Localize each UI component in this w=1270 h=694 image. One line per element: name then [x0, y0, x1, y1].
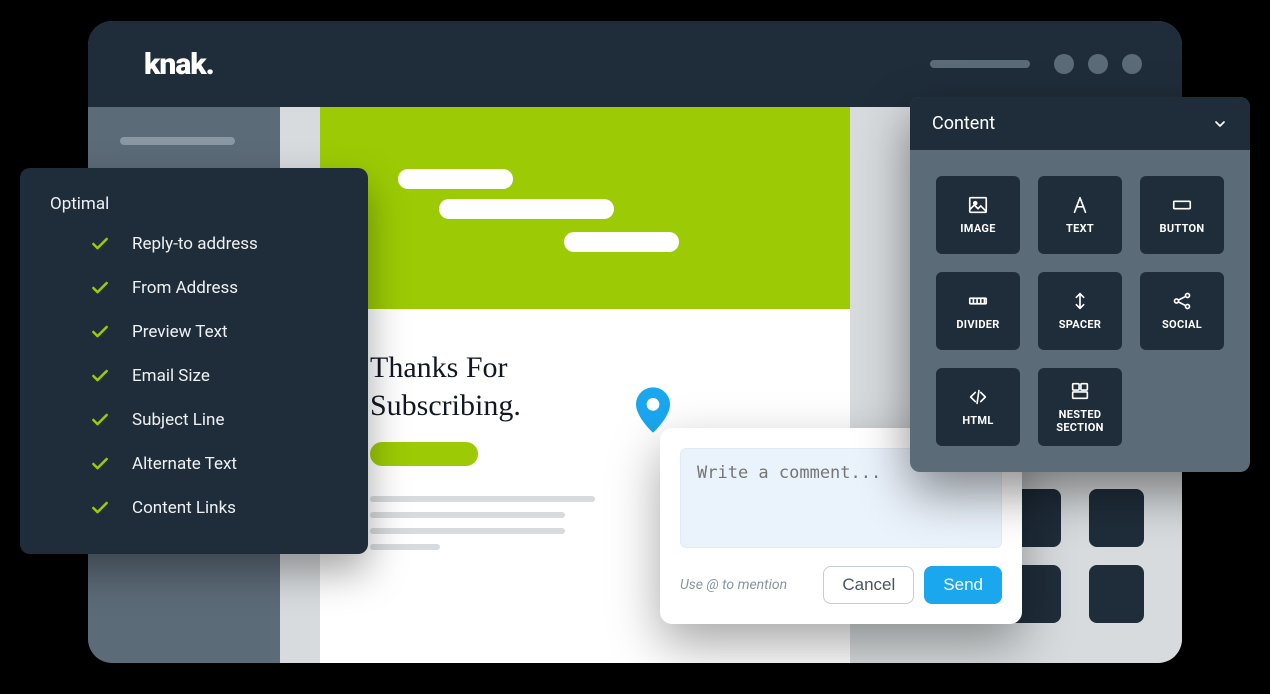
block-html[interactable]: HTML: [936, 368, 1020, 446]
optimal-item-alternate-text[interactable]: Alternate Text: [90, 454, 338, 474]
optimal-item-preview-text[interactable]: Preview Text: [90, 322, 338, 342]
optimal-panel: Optimal Reply-to address From Address Pr…: [20, 168, 368, 554]
block-label: HTML: [962, 415, 993, 428]
block-label: TEXT: [1066, 223, 1094, 236]
sidebar-placeholder-icon: [120, 137, 235, 145]
content-panel: Content IMAGE TEXT BUTTON: [910, 97, 1250, 472]
optimal-title: Optimal: [50, 194, 338, 214]
optimal-item-label: Reply-to address: [132, 234, 258, 254]
block-image[interactable]: IMAGE: [936, 176, 1020, 254]
app-header: knak.: [88, 21, 1182, 107]
check-icon: [90, 278, 110, 298]
content-panel-header[interactable]: Content: [910, 97, 1250, 150]
text-line-icon: [370, 496, 595, 502]
optimal-item-content-links[interactable]: Content Links: [90, 498, 338, 518]
text-line-icon: [370, 528, 565, 534]
optimal-item-email-size[interactable]: Email Size: [90, 366, 338, 386]
optimal-item-label: Alternate Text: [132, 454, 237, 474]
block-nested-section[interactable]: NESTED SECTION: [1038, 368, 1122, 446]
spacer-icon: [1069, 290, 1091, 312]
block-label: IMAGE: [960, 223, 995, 236]
optimal-item-label: From Address: [132, 278, 238, 298]
check-icon: [90, 234, 110, 254]
email-cta-button[interactable]: [370, 442, 478, 466]
hero-placeholder-icon: [564, 232, 679, 252]
optimal-item-label: Email Size: [132, 366, 210, 386]
block-button[interactable]: BUTTON: [1140, 176, 1224, 254]
block-divider[interactable]: DIVIDER: [936, 272, 1020, 350]
optimal-list: Reply-to address From Address Preview Te…: [50, 234, 338, 518]
block-label: SOCIAL: [1162, 319, 1202, 332]
block-social[interactable]: SOCIAL: [1140, 272, 1224, 350]
check-icon: [90, 366, 110, 386]
html-icon: [967, 386, 989, 408]
social-icon: [1171, 290, 1193, 312]
check-icon: [90, 410, 110, 430]
check-icon: [90, 322, 110, 342]
divider-icon: [967, 290, 989, 312]
check-icon: [90, 498, 110, 518]
cancel-button[interactable]: Cancel: [823, 566, 914, 604]
optimal-item-label: Subject Line: [132, 410, 224, 430]
email-heading-line: Thanks For: [370, 351, 508, 384]
window-controls: [930, 54, 1142, 74]
block-label: BUTTON: [1160, 223, 1205, 236]
text-line-icon: [370, 544, 440, 550]
mention-hint: Use @ to mention: [680, 577, 787, 593]
brand-logo: knak.: [144, 47, 214, 82]
text-line-icon: [370, 512, 565, 518]
optimal-item-reply-to[interactable]: Reply-to address: [90, 234, 338, 254]
email-hero: [320, 107, 850, 309]
nested-section-icon: [1069, 380, 1091, 402]
block-label: SPACER: [1059, 319, 1102, 332]
window-dot-icon: [1054, 54, 1074, 74]
window-bar-icon: [930, 60, 1030, 68]
comment-actions: Cancel Send: [823, 566, 1002, 604]
text-icon: [1069, 194, 1091, 216]
block-text[interactable]: TEXT: [1038, 176, 1122, 254]
hero-placeholder-icon: [398, 169, 513, 189]
content-panel-title: Content: [932, 113, 995, 134]
email-heading: Thanks For Subscribing.: [370, 349, 800, 424]
block-spacer[interactable]: SPACER: [1038, 272, 1122, 350]
block-label: DIVIDER: [956, 319, 999, 332]
optimal-item-label: Preview Text: [132, 322, 228, 342]
check-icon: [90, 454, 110, 474]
block-label: NESTED SECTION: [1056, 409, 1103, 434]
email-heading-line: Subscribing.: [370, 389, 521, 422]
window-dot-icon: [1122, 54, 1142, 74]
comment-footer: Use @ to mention Cancel Send: [680, 566, 1002, 604]
chevron-down-icon: [1212, 116, 1228, 132]
hero-placeholder-icon: [439, 199, 614, 219]
block-grid: IMAGE TEXT BUTTON DIVIDER SPACER: [910, 150, 1250, 472]
send-button[interactable]: Send: [924, 566, 1002, 604]
optimal-item-from-address[interactable]: From Address: [90, 278, 338, 298]
image-icon: [967, 194, 989, 216]
window-dot-icon: [1088, 54, 1108, 74]
button-icon: [1171, 194, 1193, 216]
optimal-item-subject-line[interactable]: Subject Line: [90, 410, 338, 430]
optimal-item-label: Content Links: [132, 498, 236, 518]
comment-pin-icon[interactable]: [636, 386, 670, 434]
